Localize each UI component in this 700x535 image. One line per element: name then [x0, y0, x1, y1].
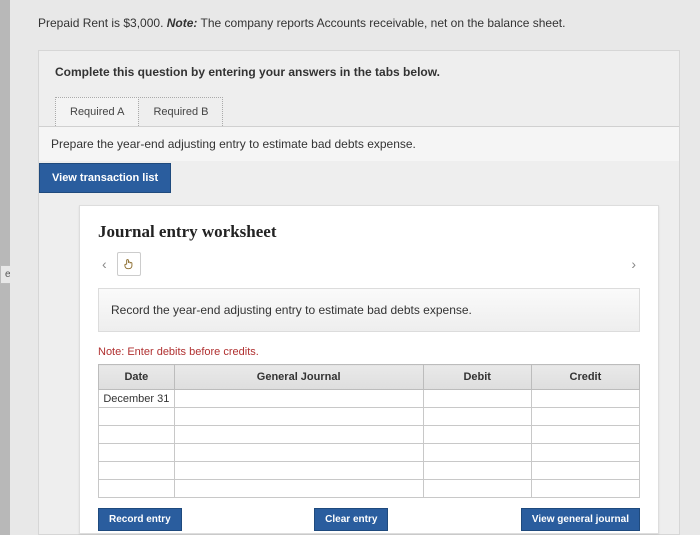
intro-prefix: Prepaid Rent is $3,000.: [38, 16, 167, 30]
page-container: Prepaid Rent is $3,000. Note: The compan…: [10, 0, 700, 535]
intro-text: Prepaid Rent is $3,000. Note: The compan…: [38, 16, 680, 30]
col-header-credit: Credit: [531, 365, 639, 390]
tab-required-a[interactable]: Required A: [55, 97, 139, 126]
table-row: [99, 462, 640, 480]
worksheet-pager: ‹ ›: [98, 252, 640, 276]
cell-credit[interactable]: [531, 462, 639, 480]
cell-credit[interactable]: [531, 444, 639, 462]
worksheet-actions: Record entry Clear entry View general jo…: [98, 508, 640, 533]
record-instruction-banner: Record the year-end adjusting entry to e…: [98, 288, 640, 332]
cell-debit[interactable]: [423, 426, 531, 444]
cell-date[interactable]: [99, 444, 175, 462]
chevron-left-icon[interactable]: ‹: [98, 254, 111, 274]
cell-date[interactable]: [99, 480, 175, 498]
col-header-date: Date: [99, 365, 175, 390]
cell-debit[interactable]: [423, 408, 531, 426]
view-transaction-list-button[interactable]: View transaction list: [39, 163, 171, 193]
debits-before-credits-note: Note: Enter debits before credits.: [98, 346, 640, 358]
clear-entry-button[interactable]: Clear entry: [314, 508, 388, 531]
pointer-hand-icon: [122, 257, 136, 271]
table-row: December 31: [99, 390, 640, 408]
table-row: [99, 426, 640, 444]
table-row: [99, 480, 640, 498]
tabs-container: Complete this question by entering your …: [38, 50, 680, 535]
cell-credit[interactable]: [531, 390, 639, 408]
record-entry-button[interactable]: Record entry: [98, 508, 182, 531]
journal-entry-table: Date General Journal Debit Credit Decemb…: [98, 364, 640, 498]
worksheet-title: Journal entry worksheet: [98, 222, 640, 242]
cell-debit[interactable]: [423, 480, 531, 498]
cell-date[interactable]: [99, 462, 175, 480]
cell-account[interactable]: [174, 426, 423, 444]
tab-required-b[interactable]: Required B: [138, 97, 223, 126]
view-general-journal-button[interactable]: View general journal: [521, 508, 640, 531]
cell-account[interactable]: [174, 462, 423, 480]
tabs-instruction: Complete this question by entering your …: [55, 65, 663, 79]
cell-credit[interactable]: [531, 426, 639, 444]
chevron-right-icon[interactable]: ›: [627, 254, 640, 274]
table-row: [99, 408, 640, 426]
cell-account[interactable]: [174, 480, 423, 498]
col-header-debit: Debit: [423, 365, 531, 390]
cell-date[interactable]: [99, 426, 175, 444]
prepare-instruction: Prepare the year-end adjusting entry to …: [39, 126, 679, 161]
cell-debit[interactable]: [423, 462, 531, 480]
note-text: The company reports Accounts receivable,…: [201, 16, 566, 30]
table-row: [99, 444, 640, 462]
cell-date[interactable]: [99, 408, 175, 426]
cell-debit[interactable]: [423, 390, 531, 408]
tabs-row: Required A Required B: [55, 97, 663, 126]
cell-account[interactable]: [174, 408, 423, 426]
col-header-general-journal: General Journal: [174, 365, 423, 390]
cell-date[interactable]: December 31: [99, 390, 175, 408]
cell-debit[interactable]: [423, 444, 531, 462]
note-label: Note:: [167, 16, 198, 30]
cell-credit[interactable]: [531, 408, 639, 426]
cell-credit[interactable]: [531, 480, 639, 498]
cell-account[interactable]: [174, 390, 423, 408]
cell-account[interactable]: [174, 444, 423, 462]
journal-worksheet-card: Journal entry worksheet ‹ › Record the y…: [79, 205, 659, 534]
entry-page-1-button[interactable]: [117, 252, 141, 276]
